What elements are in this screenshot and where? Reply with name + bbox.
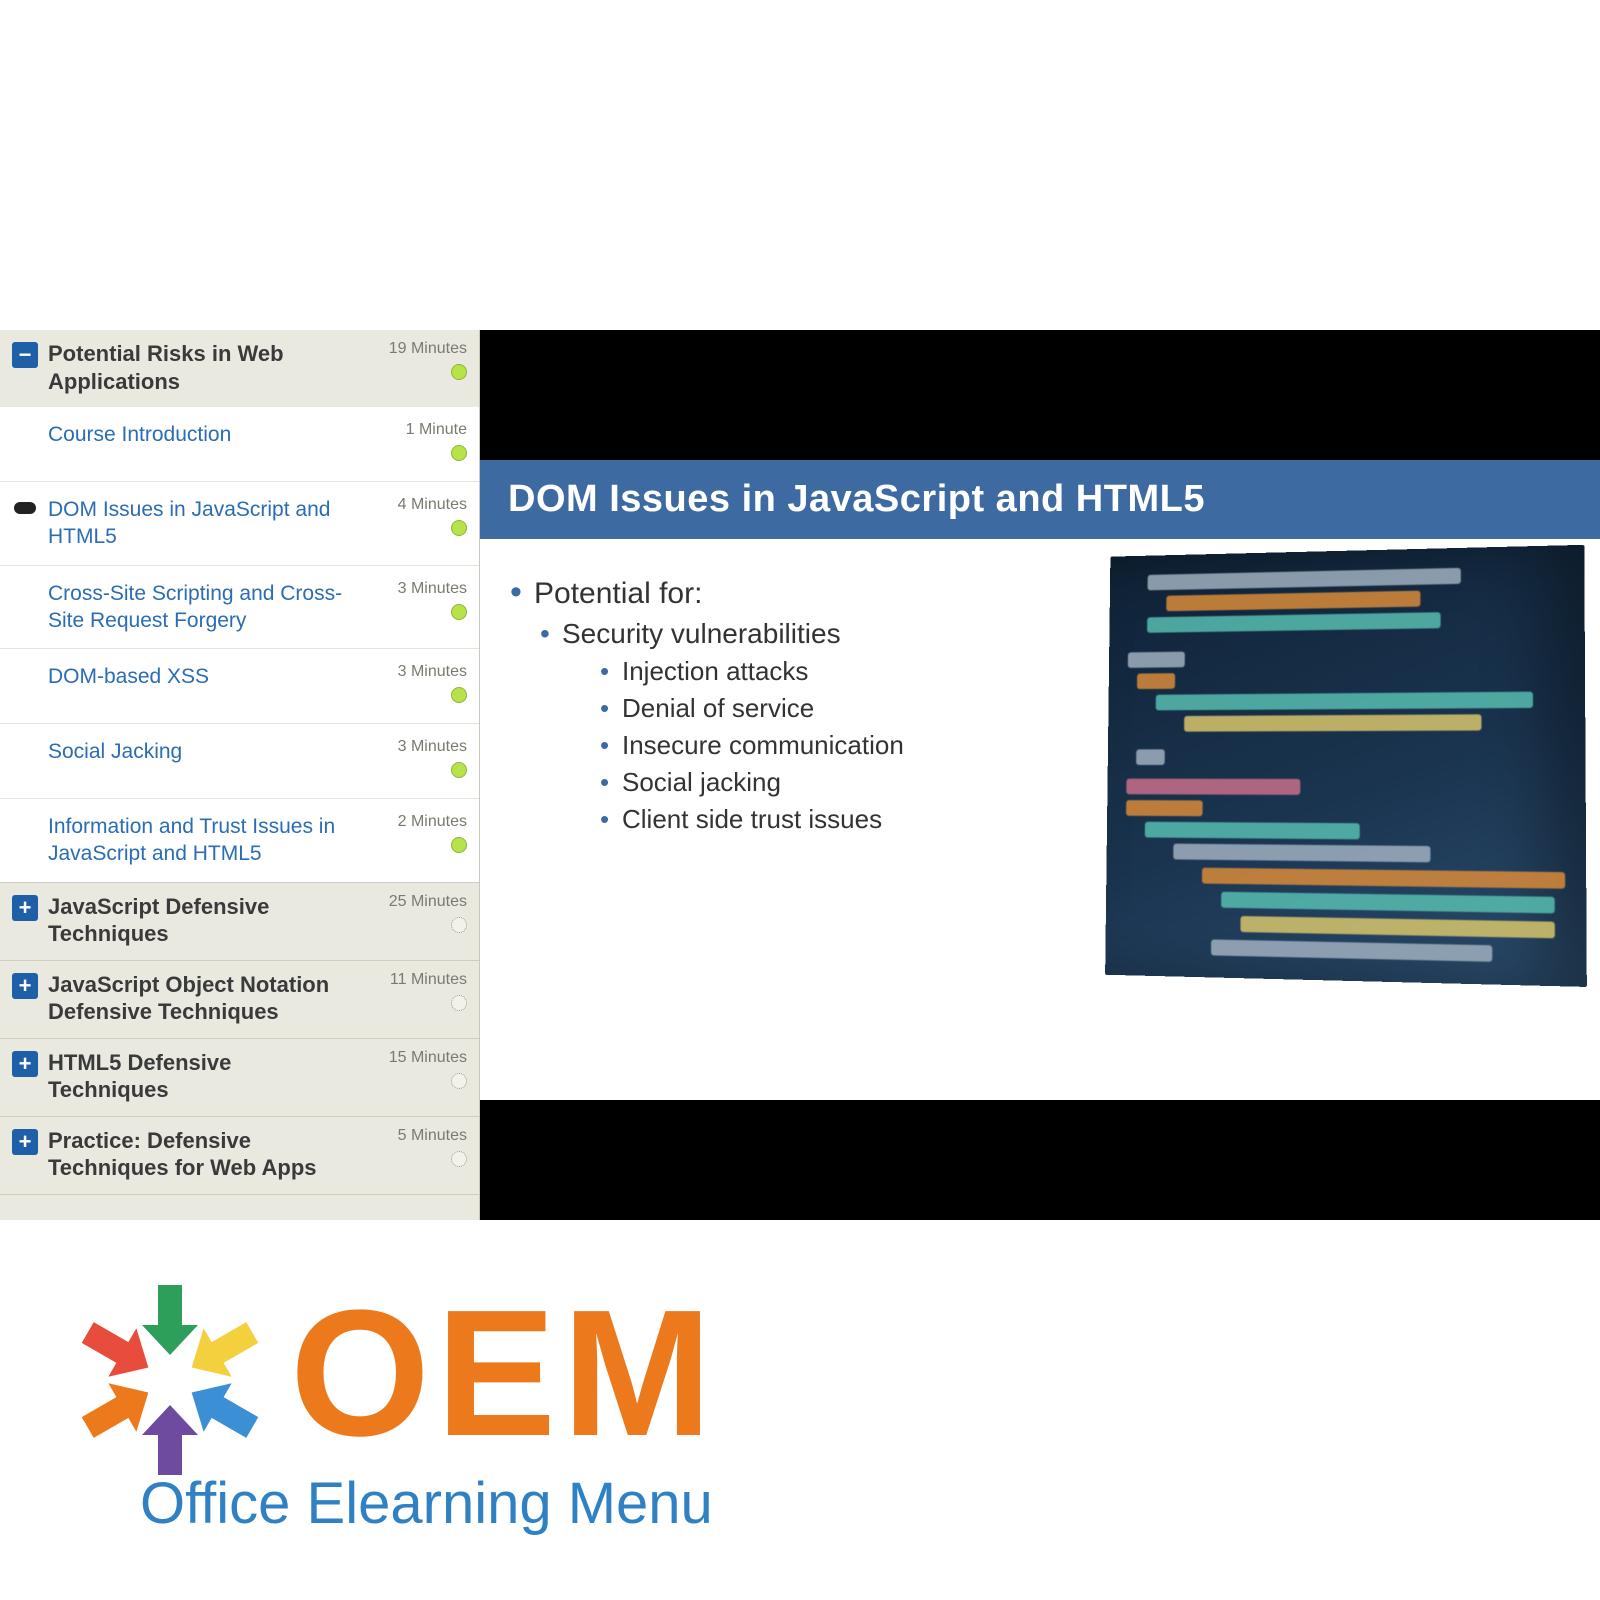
course-player: − Potential Risks in Web Applications 19…: [0, 330, 1600, 1220]
status-complete-icon: [451, 604, 467, 620]
logo-sub-text: Office Elearning Menu: [140, 1470, 713, 1537]
lesson-marker: [12, 423, 38, 443]
expand-icon[interactable]: +: [12, 895, 38, 921]
section-duration: 25 Minutes: [357, 893, 467, 911]
sidebar-section-header[interactable]: − Potential Risks in Web Applications 19…: [0, 330, 479, 407]
logo-main-text: OEM: [290, 1270, 718, 1477]
slide: DOM Issues in JavaScript and HTML5 Poten…: [480, 460, 1600, 1100]
lesson-title: DOM-based XSS: [48, 663, 347, 690]
sidebar-section-risks: − Potential Risks in Web Applications 19…: [0, 330, 479, 883]
section-title: JavaScript Object Notation Defensive Tec…: [48, 971, 347, 1026]
sidebar-section-header[interactable]: + HTML5 Defensive Techniques 15 Minutes: [0, 1039, 479, 1116]
section-title: Practice: Defensive Techniques for Web A…: [48, 1127, 347, 1182]
expand-icon[interactable]: +: [12, 1051, 38, 1077]
sidebar-section-practice: + Practice: Defensive Techniques for Web…: [0, 1117, 479, 1195]
lesson-duration: 2 Minutes: [357, 813, 467, 831]
section-duration: 19 Minutes: [357, 340, 467, 358]
sidebar-section-header[interactable]: + JavaScript Defensive Techniques 25 Min…: [0, 883, 479, 960]
lesson-duration: 1 Minute: [357, 421, 467, 439]
lesson-duration: 3 Minutes: [357, 738, 467, 756]
lesson-item[interactable]: Cross-Site Scripting and Cross-Site Requ…: [0, 566, 479, 650]
oem-logo: OEM Office Elearning Menu: [60, 1280, 780, 1540]
sidebar-section-json-defensive: + JavaScript Object Notation Defensive T…: [0, 961, 479, 1039]
expand-icon[interactable]: +: [12, 973, 38, 999]
section-title: Potential Risks in Web Applications: [48, 340, 347, 395]
arrows-icon: [60, 1280, 280, 1480]
status-pending-icon: [451, 1151, 467, 1167]
sidebar-section-html5-defensive: + HTML5 Defensive Techniques 15 Minutes: [0, 1039, 479, 1117]
lesson-item[interactable]: Course Introduction 1 Minute: [0, 407, 479, 482]
slide-title: DOM Issues in JavaScript and HTML5: [480, 460, 1600, 539]
slide-viewer[interactable]: DOM Issues in JavaScript and HTML5 Poten…: [480, 330, 1600, 1220]
sidebar-section-js-defensive: + JavaScript Defensive Techniques 25 Min…: [0, 883, 479, 961]
current-lesson-marker: [12, 498, 38, 518]
lesson-title: Course Introduction: [48, 421, 347, 448]
code-image-decor: [1105, 545, 1587, 987]
status-complete-icon: [451, 445, 467, 461]
lesson-title: Information and Trust Issues in JavaScri…: [48, 813, 347, 868]
lesson-item[interactable]: Social Jacking 3 Minutes: [0, 724, 479, 799]
status-pending-icon: [451, 995, 467, 1011]
expand-icon[interactable]: +: [12, 1129, 38, 1155]
status-pending-icon: [451, 1073, 467, 1089]
lesson-list: Course Introduction 1 Minute DOM Issues …: [0, 407, 479, 882]
lesson-item[interactable]: DOM-based XSS 3 Minutes: [0, 649, 479, 724]
section-title: JavaScript Defensive Techniques: [48, 893, 347, 948]
lesson-duration: 4 Minutes: [357, 496, 467, 514]
status-complete-icon: [451, 762, 467, 778]
lesson-item[interactable]: Information and Trust Issues in JavaScri…: [0, 799, 479, 882]
section-meta: 19 Minutes: [357, 340, 467, 386]
course-sidebar[interactable]: − Potential Risks in Web Applications 19…: [0, 330, 480, 1220]
status-complete-icon: [451, 520, 467, 536]
status-complete-icon: [451, 687, 467, 703]
lesson-title: Social Jacking: [48, 738, 347, 765]
section-title: HTML5 Defensive Techniques: [48, 1049, 347, 1104]
status-complete-icon: [451, 364, 467, 380]
sidebar-section-header[interactable]: + JavaScript Object Notation Defensive T…: [0, 961, 479, 1038]
section-duration: 5 Minutes: [357, 1127, 467, 1145]
lesson-item-current[interactable]: DOM Issues in JavaScript and HTML5 4 Min…: [0, 482, 479, 566]
collapse-icon[interactable]: −: [12, 342, 38, 368]
slide-body: Potential for: Security vulnerabilities …: [480, 539, 1600, 1099]
lesson-duration: 3 Minutes: [357, 663, 467, 681]
sidebar-section-header[interactable]: + Practice: Defensive Techniques for Web…: [0, 1117, 479, 1194]
status-complete-icon: [451, 837, 467, 853]
stage: − Potential Risks in Web Applications 19…: [0, 0, 1600, 1600]
status-pending-icon: [451, 917, 467, 933]
lesson-duration: 3 Minutes: [357, 580, 467, 598]
lesson-title: Cross-Site Scripting and Cross-Site Requ…: [48, 580, 347, 635]
section-duration: 15 Minutes: [357, 1049, 467, 1067]
section-duration: 11 Minutes: [357, 971, 467, 989]
lesson-title: DOM Issues in JavaScript and HTML5: [48, 496, 347, 551]
play-indicator-icon: [14, 502, 36, 514]
